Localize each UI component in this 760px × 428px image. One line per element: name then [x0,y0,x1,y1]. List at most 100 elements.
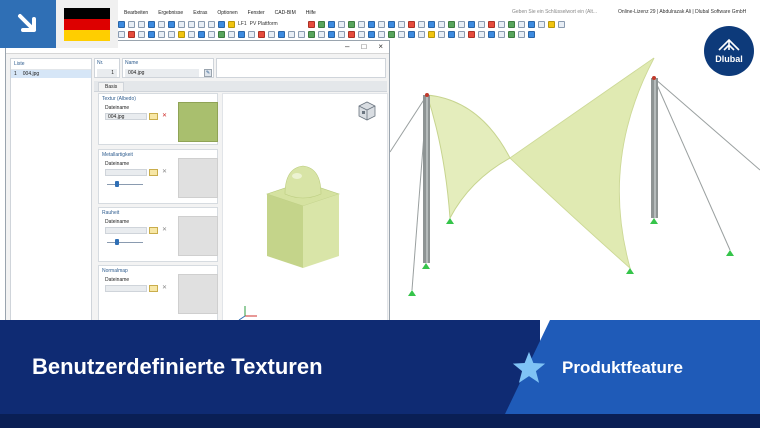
toolbar-button[interactable] [468,30,475,38]
toolbar-button[interactable] [218,30,225,38]
toolbar-button[interactable] [387,20,395,28]
open-folder-icon[interactable] [149,169,158,176]
filename-input[interactable] [105,285,147,292]
toolbar-button[interactable] [168,20,175,28]
toolbar-button[interactable] [407,20,415,28]
filename-input[interactable]: 004.jpg [105,113,147,120]
toolbar-button[interactable] [498,30,505,38]
toolbar-button[interactable] [128,20,135,28]
menu-item-cad-bim[interactable]: CAD-BIM [275,10,296,16]
toolbar-button[interactable] [497,20,505,28]
maximize-icon[interactable]: □ [361,42,366,52]
toolbar-button[interactable] [358,30,365,38]
toolbar-button[interactable] [478,30,485,38]
model-viewport[interactable] [389,40,760,320]
open-folder-icon[interactable] [149,227,158,234]
loadcase-name[interactable]: PV Plattform [250,21,278,27]
menu-item-ergebnisse[interactable]: Ergebnisse [158,10,183,16]
toolbar-button[interactable] [457,20,465,28]
search-input[interactable]: Geben Sie ein Schlüsselwort ein (Alt... [512,9,597,15]
toolbar-button[interactable] [268,30,275,38]
toolbar-button[interactable] [517,20,525,28]
toolbar-button[interactable] [338,30,345,38]
toolbar-button[interactable] [438,30,445,38]
menu-item-fenster[interactable]: Fenster [248,10,265,16]
toolbar-button[interactable] [288,30,295,38]
toolbar-button[interactable] [428,30,435,38]
toolbar-button[interactable] [378,30,385,38]
delete-icon[interactable]: ✕ [160,227,169,234]
toolbar-button[interactable] [158,20,165,28]
delete-icon[interactable]: ✕ [160,285,169,292]
toolbar-button[interactable] [508,30,515,38]
delete-icon[interactable]: ✕ [160,169,169,176]
menu-item-optionen[interactable]: Optionen [217,10,237,16]
toolbar-button[interactable] [148,30,155,38]
toolbar-button[interactable] [518,30,525,38]
toolbar-button[interactable] [368,30,375,38]
toolbar-button[interactable] [118,30,125,38]
toolbar-button[interactable] [178,20,185,28]
toolbar-button[interactable] [487,20,495,28]
toolbar-button[interactable] [397,20,405,28]
toolbar-button[interactable] [327,20,335,28]
toolbar-button[interactable] [377,20,385,28]
toolbar-button[interactable] [317,20,325,28]
menu-item-hilfe[interactable]: Hilfe [306,10,316,16]
toolbar-button[interactable] [448,30,455,38]
toolbar-button[interactable] [357,20,365,28]
toolbar-button[interactable] [418,30,425,38]
toolbar-button[interactable] [547,20,555,28]
loadcase-code[interactable]: LF1 [238,21,247,27]
toolbar-button[interactable] [528,30,535,38]
texture-preview[interactable] [222,93,388,320]
toolbar-button[interactable] [178,30,185,38]
toolbar-button[interactable] [298,30,305,38]
view-cube-icon[interactable] [358,101,376,121]
toolbar-button[interactable] [427,20,435,28]
delete-icon[interactable]: ✕ [160,113,169,120]
toolbar-button[interactable] [388,30,395,38]
toolbar-button[interactable] [437,20,445,28]
toolbar-button[interactable] [278,30,285,38]
toolbar-button[interactable] [228,30,235,38]
toolbar-button[interactable] [367,20,375,28]
toolbar-button[interactable] [527,20,535,28]
toolbar-button[interactable] [138,20,145,28]
toolbar-button[interactable] [348,30,355,38]
toolbar-button[interactable] [458,30,465,38]
toolbar-button[interactable] [328,30,335,38]
toolbar-button[interactable] [307,20,315,28]
toolbar-button[interactable] [198,20,205,28]
edit-name-button[interactable]: ✎ [204,69,212,77]
toolbar-button[interactable] [557,20,565,28]
close-icon[interactable]: × [378,42,383,52]
toolbar-button[interactable] [158,30,165,38]
toolbar-button[interactable] [188,20,195,28]
toolbar-button[interactable] [408,30,415,38]
toolbar-button[interactable] [198,30,205,38]
toolbar-button[interactable] [417,20,425,28]
toolbar-button[interactable] [488,30,495,38]
minimize-icon[interactable]: – [345,42,349,52]
toolbar-button[interactable] [188,30,195,38]
toolbar-button[interactable] [208,20,215,28]
menu-item-extras[interactable]: Extras [193,10,207,16]
open-folder-icon[interactable] [149,285,158,292]
toolbar-button[interactable] [318,30,325,38]
toolbar-button[interactable] [258,30,265,38]
list-item[interactable]: 1 004.jpg [11,70,91,78]
toolbar-button[interactable] [208,30,215,38]
toolbar-button[interactable] [467,20,475,28]
toolbar-button[interactable] [308,30,315,38]
toolbar-button[interactable] [447,20,455,28]
no-value[interactable]: 1 [97,69,117,77]
toolbar-button[interactable] [248,30,255,38]
toolbar-button[interactable] [168,30,175,38]
toolbar-button[interactable] [537,20,545,28]
name-input[interactable]: 004.jpg [125,69,199,77]
menu-item-bearbeiten[interactable]: Bearbeiten [124,10,148,16]
metalness-slider-thumb[interactable] [115,181,119,187]
toolbar-button[interactable] [347,20,355,28]
toolbar-button[interactable] [148,20,155,28]
